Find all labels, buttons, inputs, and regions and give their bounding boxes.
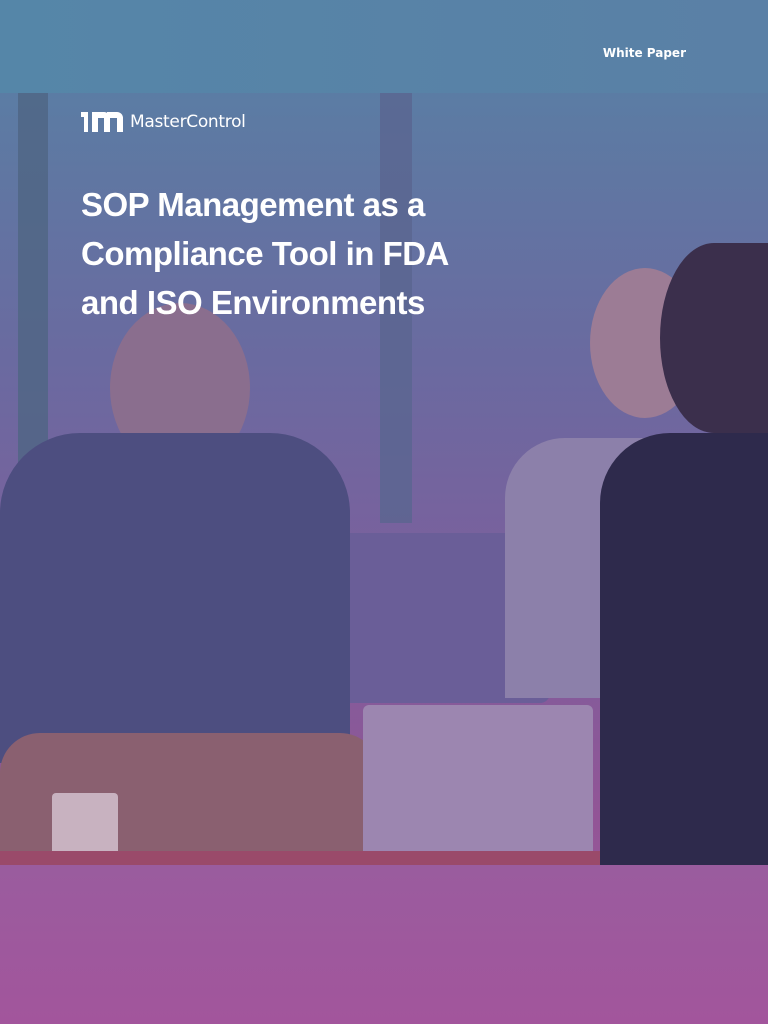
title-line: Compliance Tool in FDA [81, 235, 449, 272]
mastercontrol-logo-icon [81, 112, 123, 132]
brand-logo: MasterControl [81, 112, 246, 132]
brand-name: MasterControl [130, 112, 246, 132]
document-title: SOP Management as a Compliance Tool in F… [81, 180, 641, 327]
title-line: SOP Management as a [81, 186, 425, 223]
title-line: and ISO Environments [81, 284, 425, 321]
document-type-label: White Paper [602, 46, 686, 60]
bottom-band [0, 865, 768, 1024]
